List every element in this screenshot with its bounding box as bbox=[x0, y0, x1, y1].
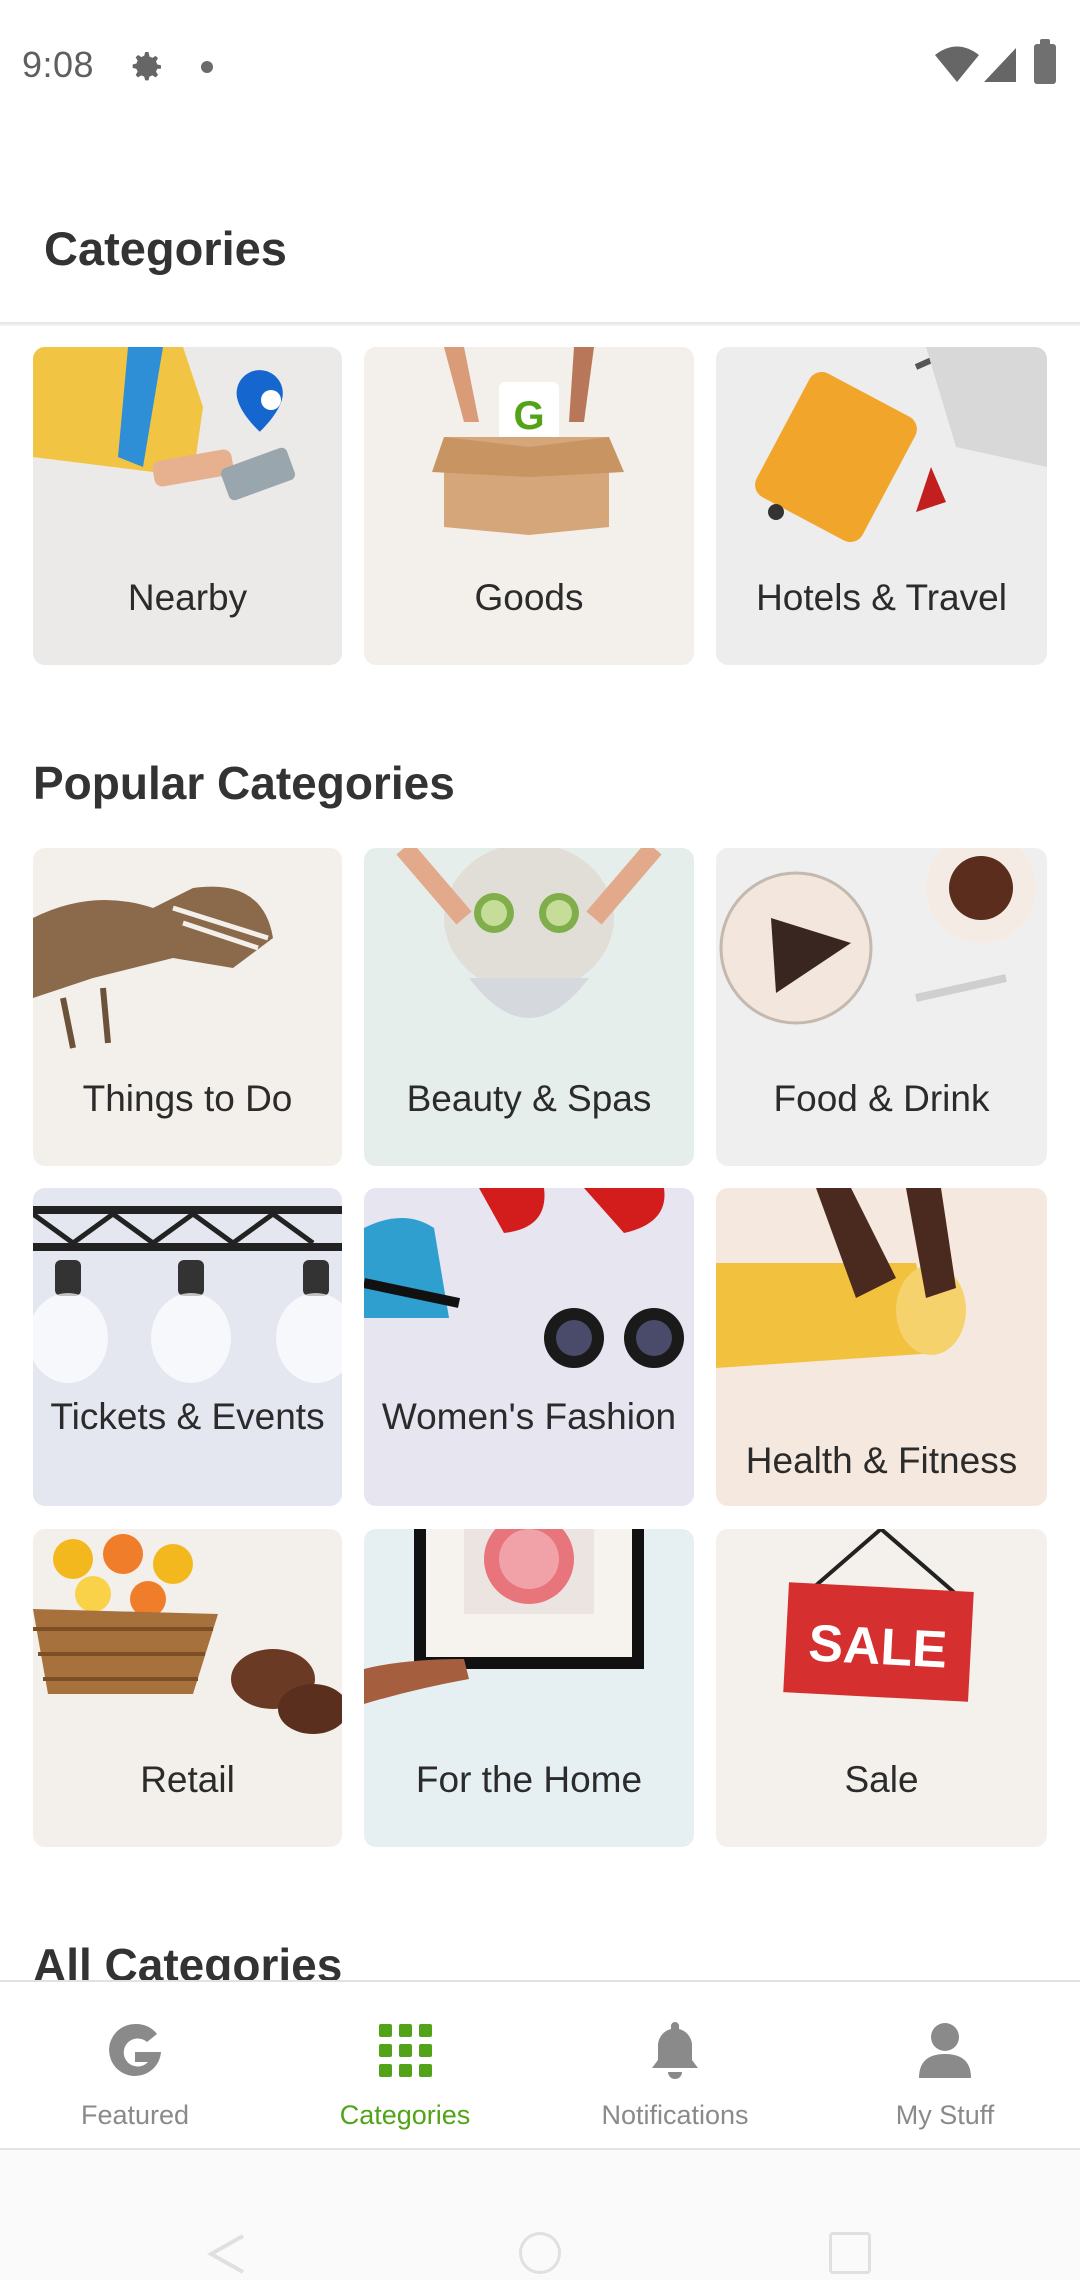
tile-label: Food & Drink bbox=[773, 1078, 990, 1119]
nav-my-stuff[interactable]: My Stuff bbox=[810, 1982, 1080, 2152]
screen: 9:08 Categories Nearby G Goods Hotels & … bbox=[0, 0, 1080, 2280]
tile-beauty-spas[interactable]: Beauty & Spas bbox=[364, 848, 694, 1166]
tile-sale[interactable]: SALE Sale bbox=[716, 1529, 1047, 1847]
grid-icon bbox=[379, 2024, 432, 2077]
status-time: 9:08 bbox=[22, 44, 95, 85]
nav-label: Featured bbox=[80, 2100, 190, 2130]
tile-label: Women's Fashion bbox=[381, 1396, 677, 1437]
tile-womens-fashion[interactable]: Women's Fashion bbox=[364, 1188, 694, 1506]
tile-label: Goods bbox=[474, 577, 584, 618]
fashion-illustration-icon bbox=[364, 1188, 684, 1368]
nav-label: My Stuff bbox=[895, 2100, 995, 2130]
tile-for-the-home[interactable]: For the Home bbox=[364, 1529, 694, 1847]
nav-label: Notifications bbox=[601, 2100, 749, 2130]
tile-label: For the Home bbox=[415, 1759, 643, 1800]
tile-label: Things to Do bbox=[82, 1078, 293, 1119]
status-bar: 9:08 bbox=[0, 0, 1080, 135]
nav-featured[interactable]: Featured bbox=[0, 1982, 270, 2152]
nav-notifications[interactable]: Notifications bbox=[540, 1982, 810, 2152]
nav-label: Categories bbox=[339, 2100, 471, 2130]
system-nav-bar bbox=[0, 2150, 1080, 2280]
svg-text:SALE: SALE bbox=[807, 1614, 949, 1679]
notification-dot-icon bbox=[201, 61, 213, 73]
section-title-popular: Popular Categories bbox=[33, 757, 455, 809]
home-icon[interactable] bbox=[519, 2232, 561, 2274]
tile-label: Retail bbox=[140, 1759, 235, 1800]
tile-label: Health & Fitness bbox=[745, 1440, 1018, 1481]
svg-text:G: G bbox=[513, 394, 544, 438]
header: Categories bbox=[0, 135, 1080, 325]
wifi-icon bbox=[935, 46, 979, 82]
nav-categories[interactable]: Categories bbox=[270, 1982, 540, 2152]
recent-apps-icon[interactable] bbox=[829, 2232, 871, 2274]
tile-label: Beauty & Spas bbox=[406, 1078, 652, 1119]
tile-retail[interactable]: Retail bbox=[33, 1529, 342, 1847]
tile-health-fitness[interactable]: Health & Fitness bbox=[716, 1188, 1047, 1506]
groupon-g-icon bbox=[109, 2023, 161, 2076]
tile-label: Tickets & Events bbox=[50, 1396, 325, 1437]
tile-hotels-travel[interactable]: Hotels & Travel bbox=[716, 347, 1047, 665]
tile-things-to-do[interactable]: Things to Do bbox=[33, 848, 342, 1166]
header-divider bbox=[0, 322, 1080, 326]
tile-nearby[interactable]: Nearby bbox=[33, 347, 342, 665]
person-icon bbox=[919, 2023, 971, 2078]
tile-label: Sale bbox=[844, 1759, 919, 1800]
bottom-nav: Featured Categories Notifications My Stu… bbox=[0, 1980, 1080, 2150]
tile-goods[interactable]: G Goods bbox=[364, 347, 694, 665]
back-icon[interactable] bbox=[205, 2232, 249, 2276]
tile-label: Nearby bbox=[127, 577, 248, 618]
tile-label: Hotels & Travel bbox=[756, 577, 1007, 618]
page-title: Categories bbox=[44, 222, 287, 275]
signal-icon bbox=[984, 48, 1016, 82]
tile-tickets-events[interactable]: Tickets & Events bbox=[33, 1188, 342, 1506]
stage-lights-illustration-icon bbox=[33, 1206, 342, 1383]
bell-icon bbox=[652, 2022, 698, 2079]
settings-gear-icon bbox=[132, 52, 161, 81]
tile-food-drink[interactable]: Food & Drink bbox=[716, 848, 1047, 1166]
battery-icon bbox=[1034, 39, 1056, 84]
